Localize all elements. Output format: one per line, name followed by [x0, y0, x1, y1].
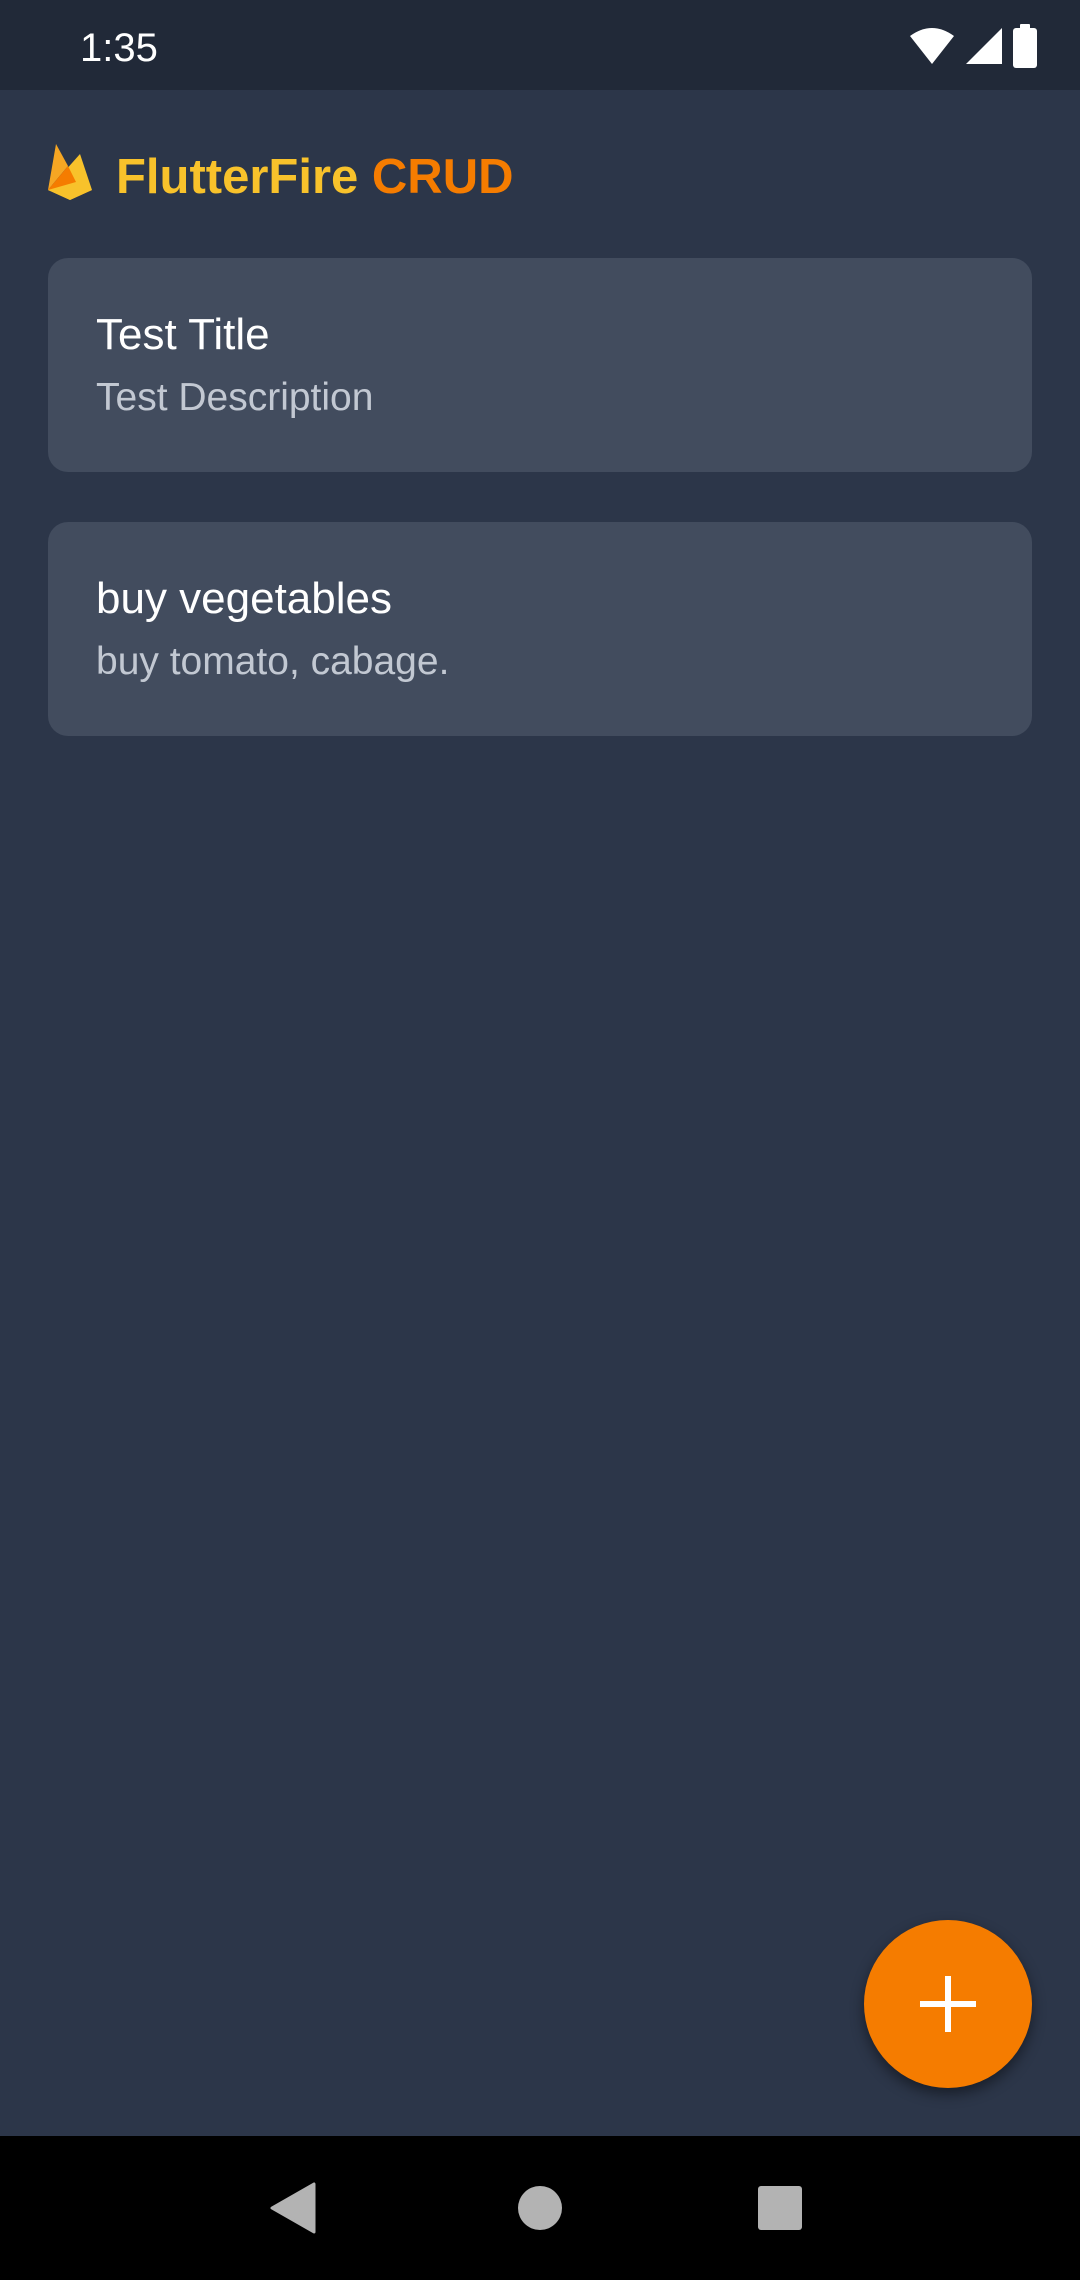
signal-icon: [966, 28, 1002, 64]
plus-icon: [920, 1976, 976, 2032]
back-icon: [270, 2182, 316, 2234]
add-item-button[interactable]: [864, 1920, 1032, 2088]
item-description: buy tomato, cabage.: [96, 640, 450, 683]
item-title: Test Title: [96, 310, 270, 359]
app-screen: 1:35 FlutterFire CRUD Test Title Test De…: [0, 0, 1080, 2280]
wifi-icon: [910, 28, 954, 64]
home-icon: [518, 2186, 562, 2230]
home-button[interactable]: [494, 2162, 586, 2254]
status-bar: 1:35: [0, 0, 1080, 90]
recents-button[interactable]: [734, 2162, 826, 2254]
app-title-flutterfire: FlutterFire: [116, 150, 372, 204]
navigation-bar: [0, 2136, 1080, 2280]
app-title: FlutterFire CRUD: [116, 142, 513, 212]
status-icons: [908, 24, 1038, 68]
list-item[interactable]: Test Title Test Description: [48, 258, 1032, 472]
battery-icon: [1013, 24, 1037, 68]
status-time: 1:35: [80, 26, 158, 70]
app-title-crud: CRUD: [371, 150, 514, 204]
app-bar: FlutterFire CRUD: [0, 90, 1080, 260]
recents-icon: [758, 2186, 802, 2230]
firebase-icon: [48, 144, 92, 200]
item-description: Test Description: [96, 376, 374, 419]
list-item[interactable]: buy vegetables buy tomato, cabage.: [48, 522, 1032, 736]
item-title: buy vegetables: [96, 574, 392, 623]
back-button[interactable]: [248, 2162, 340, 2254]
